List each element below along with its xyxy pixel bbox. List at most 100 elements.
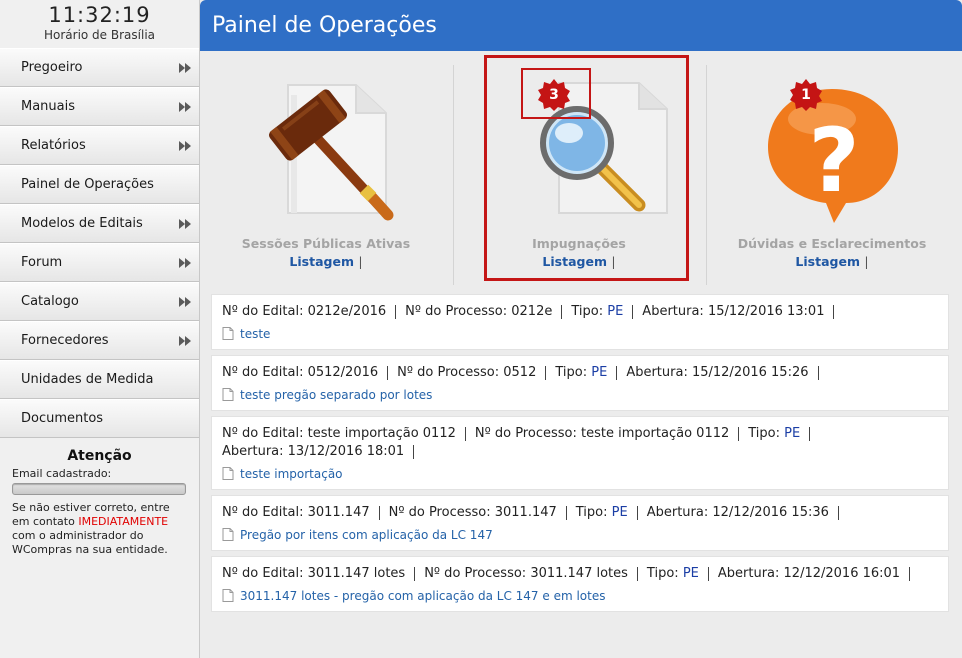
clock-timezone: Horário de Brasília xyxy=(43,28,156,42)
gavel-document-icon xyxy=(236,63,416,228)
document-link[interactable]: teste importação xyxy=(222,467,938,481)
opening-date-value: 12/12/2016 15:36 xyxy=(712,505,829,520)
type-value: PE xyxy=(607,304,624,319)
edital-number-value: teste importação 0112 xyxy=(307,426,456,441)
link-separator: | xyxy=(358,254,363,269)
opening-date-value: 15/12/2016 13:01 xyxy=(707,304,825,319)
edital-number-label: Nº do Edital: xyxy=(222,426,304,441)
field-separator xyxy=(616,365,618,380)
double-chevron-right-icon xyxy=(179,258,191,268)
sidebar-item-unidades-de-medida[interactable]: Unidades de Medida xyxy=(0,360,199,399)
field-separator xyxy=(565,505,567,520)
sidebar-item-documentos[interactable]: Documentos xyxy=(0,399,199,438)
opening-date-value: 15/12/2016 15:26 xyxy=(691,365,809,380)
card-link-row: Listagem | xyxy=(200,254,452,269)
attention-message-text-2: com o administrador do WCompras na sua e… xyxy=(12,529,168,556)
document-link-label: teste pregão separado por lotes xyxy=(240,388,433,402)
record-meta: Nº do Edital: 3011.147 lotes Nº do Proces… xyxy=(222,565,938,583)
type-value: PE xyxy=(682,566,699,581)
opening-date: Abertura: 12/12/2016 16:01 xyxy=(718,566,900,581)
sidebar-menu: Pregoeiro Manuais Relatórios Painel de Oper… xyxy=(0,48,199,438)
clock-time: 11:32:19 xyxy=(48,3,151,27)
opening-date: Abertura: 15/12/2016 15:26 xyxy=(626,365,808,380)
edital-number-value: 3011.147 lotes xyxy=(307,566,406,581)
opening-date-label: Abertura: xyxy=(646,505,709,520)
record-meta: Nº do Edital: 0512/2016 Nº do Processo: 0… xyxy=(222,364,938,382)
operations-panel: Sessões Públicas Ativas Listagem | Impug… xyxy=(200,51,962,289)
opening-date-value: 13/12/2016 18:01 xyxy=(287,444,405,459)
edital-number-value: 0212e/2016 xyxy=(307,304,387,319)
opening-date-label: Abertura: xyxy=(626,365,688,380)
document-link-label: teste xyxy=(240,327,271,341)
process-number-label: Nº do Processo: xyxy=(388,505,491,520)
listagem-link[interactable]: Listagem xyxy=(795,254,860,269)
double-chevron-right-icon xyxy=(179,63,191,73)
double-chevron-right-icon xyxy=(179,336,191,346)
process-number: Nº do Processo: 3011.147 lotes xyxy=(424,566,628,581)
field-separator xyxy=(414,566,416,581)
sidebar-item-modelos-de-editais[interactable]: Modelos de Editais xyxy=(0,204,199,243)
document-link[interactable]: teste pregão separado por lotes xyxy=(222,388,938,402)
document-link-label: teste importação xyxy=(240,467,343,481)
sidebar-item-label: Catalogo xyxy=(21,294,79,309)
opening-date-label: Abertura: xyxy=(642,304,704,319)
sidebar-item-label: Fornecedores xyxy=(21,333,109,348)
edital-number-value: 0512/2016 xyxy=(307,365,379,380)
link-separator: | xyxy=(864,254,869,269)
edital-number-label: Nº do Edital: xyxy=(222,304,304,319)
record-meta: Nº do Edital: 3011.147 Nº do Processo: 30… xyxy=(222,504,938,522)
email-field xyxy=(12,483,186,495)
field-separator xyxy=(395,304,397,319)
sidebar-item-relat-rios[interactable]: Relatórios xyxy=(0,126,199,165)
double-chevron-right-icon xyxy=(179,297,191,307)
type-label: Tipo: xyxy=(555,365,588,380)
field-separator xyxy=(837,505,839,520)
document-link[interactable]: teste xyxy=(222,327,938,341)
process-number-value: teste importação 0112 xyxy=(580,426,730,441)
sidebar-item-pregoeiro[interactable]: Pregoeiro xyxy=(0,48,199,87)
badge-count: 3 xyxy=(549,87,559,103)
field-separator xyxy=(636,505,638,520)
field-separator xyxy=(707,566,709,581)
field-separator xyxy=(636,566,638,581)
sidebar-item-manuais[interactable]: Manuais xyxy=(0,87,199,126)
document-link[interactable]: 3011.147 lotes - pregão com aplicação da… xyxy=(222,589,938,603)
field-separator xyxy=(378,505,380,520)
record-meta: Nº do Edital: 0212e/2016 Nº do Processo: … xyxy=(222,303,938,321)
opening-date-value: 12/12/2016 16:01 xyxy=(783,566,901,581)
record-row: Nº do Edital: 3011.147 Nº do Processo: 30… xyxy=(211,495,949,551)
process-number: Nº do Processo: 3011.147 xyxy=(389,505,557,520)
process-number: Nº do Processo: 0512 xyxy=(397,365,536,380)
document-icon xyxy=(222,327,234,340)
type: Tipo: PE xyxy=(555,365,607,380)
document-link[interactable]: Pregão por itens com aplicação da LC 147 xyxy=(222,528,938,542)
sidebar-item-fornecedores[interactable]: Fornecedores xyxy=(0,321,199,360)
listagem-link[interactable]: Listagem xyxy=(289,254,354,269)
badge-count: 1 xyxy=(801,87,811,103)
edital-number: Nº do Edital: 0512/2016 xyxy=(222,365,378,380)
double-chevron-right-icon xyxy=(179,102,191,112)
clock: 11:32:19 Horário de Brasília xyxy=(0,0,199,48)
type-label: Tipo: xyxy=(646,566,679,581)
record-row: Nº do Edital: 3011.147 lotes Nº do Proces… xyxy=(211,556,949,612)
field-separator xyxy=(561,304,563,319)
type-value: PE xyxy=(784,426,801,441)
field-separator xyxy=(464,426,466,441)
attention-message-highlight: IMEDIATAMENTE xyxy=(78,515,169,528)
sidebar-item-catalogo[interactable]: Catalogo xyxy=(0,282,199,321)
type-label: Tipo: xyxy=(575,505,608,520)
main-content: Painel de Operações Sessões Públicas Ati… xyxy=(200,0,962,658)
opening-date-label: Abertura: xyxy=(717,566,780,581)
badge-duvidas: 1 xyxy=(789,78,823,112)
process-number-label: Nº do Processo: xyxy=(424,566,527,581)
field-separator xyxy=(817,365,819,380)
edital-number-value: 3011.147 xyxy=(307,505,370,520)
sidebar-item-label: Documentos xyxy=(21,411,104,426)
document-icon xyxy=(222,388,234,401)
process-number-value: 3011.147 xyxy=(494,505,557,520)
opening-date-label: Abertura: xyxy=(222,444,284,459)
field-separator xyxy=(632,304,634,319)
sidebar-item-painel-de-opera-es[interactable]: Painel de Operações xyxy=(0,165,199,204)
sidebar-item-forum[interactable]: Forum xyxy=(0,243,199,282)
opening-date: Abertura: 13/12/2016 18:01 xyxy=(222,444,404,459)
